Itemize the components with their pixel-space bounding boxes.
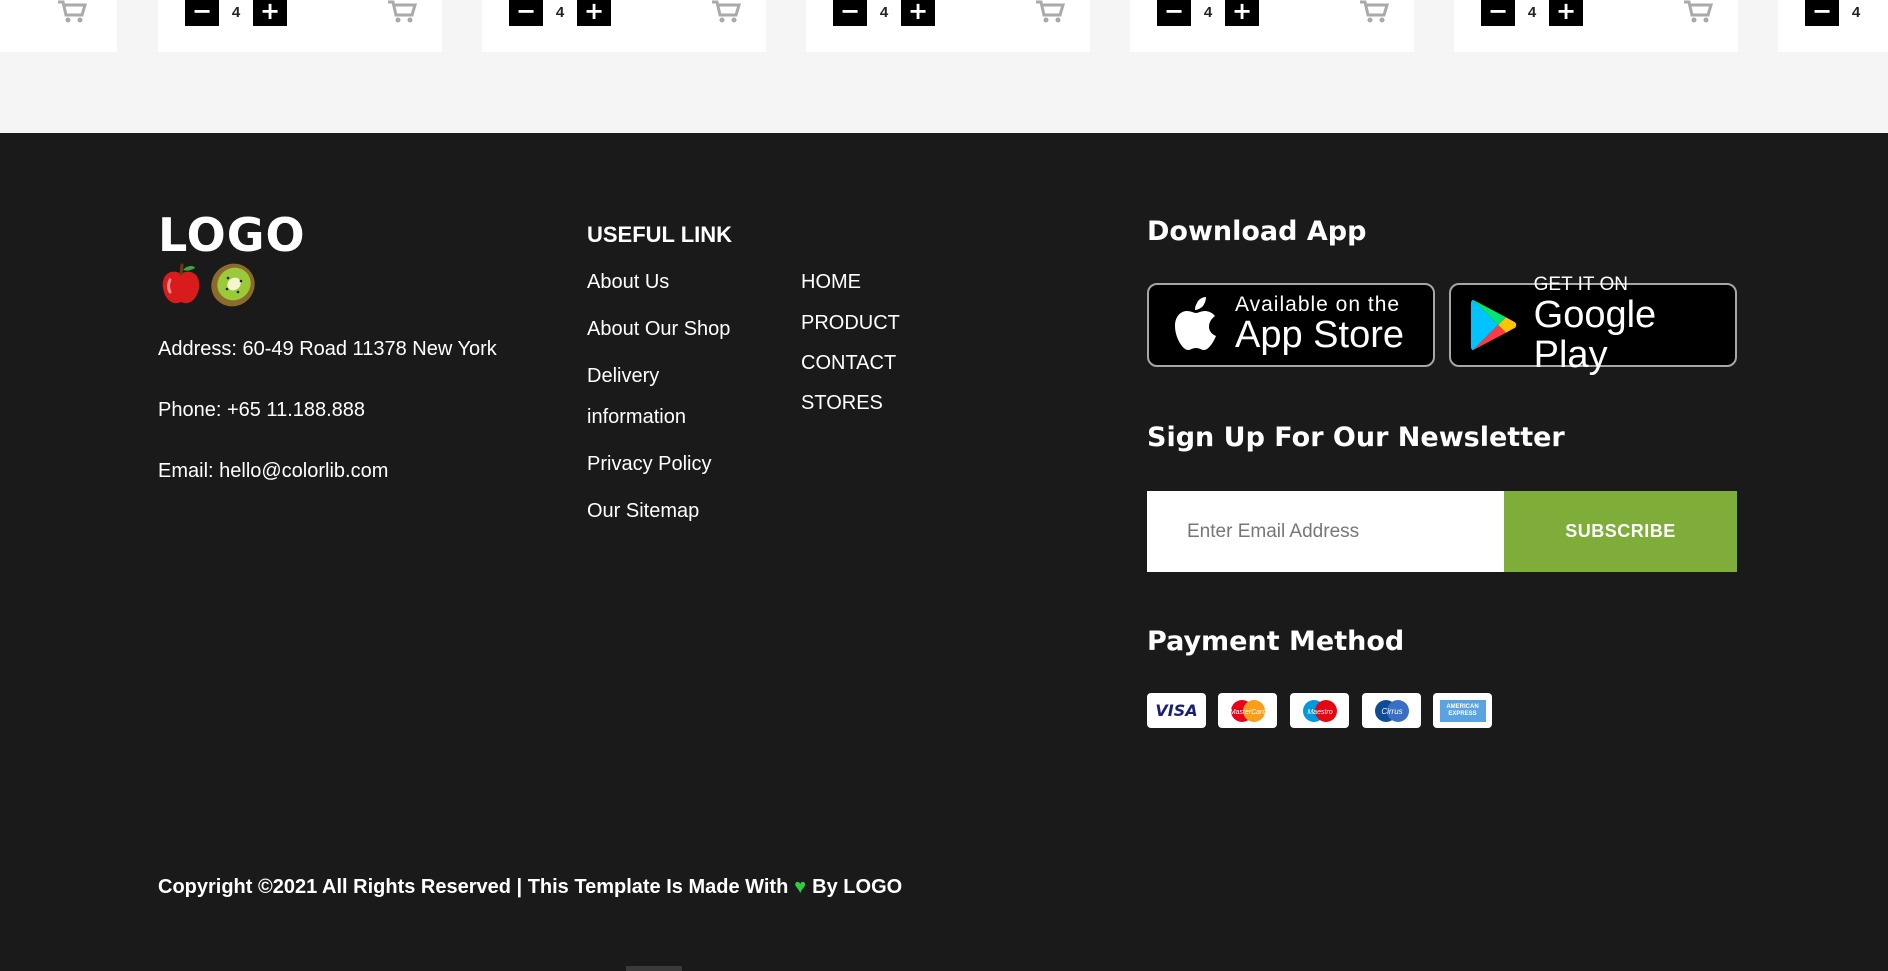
link-stores[interactable]: STORES xyxy=(801,383,883,423)
maestro-logo: Maestro xyxy=(1302,699,1337,722)
maestro-card-icon: Maestro xyxy=(1290,693,1349,728)
link-about-our-shop[interactable]: About Our Shop xyxy=(587,309,730,349)
cart-icon[interactable] xyxy=(1358,0,1390,24)
decrease-button[interactable]: − xyxy=(1157,0,1191,26)
increase-button[interactable]: + xyxy=(253,0,287,26)
app-store-button[interactable]: Available on the App Store xyxy=(1147,283,1435,367)
footer-logo[interactable]: LOGO xyxy=(158,208,306,262)
mastercard-label: MasterCard xyxy=(1229,709,1267,716)
link-delivery-information[interactable]: information xyxy=(587,397,686,437)
link-delivery[interactable]: Delivery xyxy=(587,356,659,396)
useful-links-title: USEFUL LINK xyxy=(587,222,733,247)
visa-label: VISA xyxy=(1155,701,1198,720)
product-strip: − 4 + − 4 + − 4 + − 4 + − 4 + − 4 xyxy=(0,0,1888,133)
increase-button[interactable]: + xyxy=(1549,0,1583,26)
link-our-sitemap[interactable]: Our Sitemap xyxy=(587,491,699,531)
footer-email: Email: hello@colorlib.com xyxy=(158,460,389,482)
product-card: − 4 + xyxy=(1130,0,1414,52)
cart-icon[interactable] xyxy=(710,0,742,24)
maestro-label: Maestro xyxy=(1307,709,1332,716)
decrease-button[interactable]: − xyxy=(185,0,219,26)
payment-method-title: Payment Method xyxy=(1147,626,1405,657)
copyright: Copyright ©2021 All Rights Reserved | Th… xyxy=(158,876,902,899)
subscribe-button[interactable]: SUBSCRIBE xyxy=(1504,491,1737,572)
quantity-stepper: − 4 + xyxy=(509,0,611,26)
product-card xyxy=(0,0,117,52)
product-card: − 4 + xyxy=(1454,0,1738,52)
cart-icon[interactable] xyxy=(1682,0,1714,24)
heart-icon: ♥ xyxy=(794,876,807,898)
kiwi-icon xyxy=(211,263,255,307)
decrease-button[interactable]: − xyxy=(833,0,867,26)
mastercard-logo: MasterCard xyxy=(1229,699,1267,722)
quantity-value: 4 xyxy=(1851,4,1861,21)
cart-icon[interactable] xyxy=(56,0,88,24)
link-product[interactable]: PRODUCT xyxy=(801,303,900,343)
quantity-stepper: − 4 + xyxy=(833,0,935,26)
logo-fruits xyxy=(158,262,258,308)
cirrus-logo: Cirrus xyxy=(1374,699,1409,722)
amex-card-icon: AMERICAN EXPRESS xyxy=(1433,693,1492,728)
app-store-small-text: Available on the xyxy=(1235,293,1401,316)
newsletter-title: Sign Up For Our Newsletter xyxy=(1147,422,1565,453)
visa-card-icon: VISA xyxy=(1147,693,1206,728)
footer-address: Address: 60-49 Road 11378 New York xyxy=(158,338,497,360)
download-app-title: Download App xyxy=(1147,216,1367,247)
google-play-big-text: Google Play xyxy=(1533,294,1657,376)
scroll-to-top-indicator[interactable] xyxy=(626,966,682,971)
copyright-text: Copyright ©2021 All Rights Reserved | Th… xyxy=(158,876,789,898)
google-play-icon xyxy=(1470,299,1517,351)
copyright-brand[interactable]: By LOGO xyxy=(812,876,902,899)
quantity-stepper: − 4 xyxy=(1805,0,1873,26)
product-card: − 4 + xyxy=(482,0,766,52)
newsletter-email-input[interactable] xyxy=(1147,491,1504,572)
google-play-button[interactable]: GET IT ON Google Play xyxy=(1449,275,1737,375)
footer-phone: Phone: +65 11.188.888 xyxy=(158,399,366,421)
quantity-value: 4 xyxy=(879,4,889,21)
decrease-button[interactable]: − xyxy=(1481,0,1515,26)
decrease-button[interactable]: − xyxy=(1805,0,1839,26)
link-privacy-policy[interactable]: Privacy Policy xyxy=(587,444,711,484)
quantity-value: 4 xyxy=(1203,4,1213,21)
mastercard-icon: MasterCard xyxy=(1218,693,1277,728)
apple-logo-icon xyxy=(1175,297,1216,350)
product-card: − 4 xyxy=(1778,0,1888,52)
google-play-small-text: GET IT ON xyxy=(1533,274,1628,295)
increase-button[interactable]: + xyxy=(1225,0,1259,26)
amex-label: AMERICAN EXPRESS xyxy=(1439,699,1486,722)
increase-button[interactable]: + xyxy=(901,0,935,26)
cirrus-card-icon: Cirrus xyxy=(1362,693,1421,728)
quantity-stepper: − 4 + xyxy=(1157,0,1259,26)
quantity-stepper: − 4 + xyxy=(185,0,287,26)
increase-button[interactable]: + xyxy=(577,0,611,26)
cart-icon[interactable] xyxy=(386,0,418,24)
decrease-button[interactable]: − xyxy=(509,0,543,26)
quantity-value: 4 xyxy=(1527,4,1537,21)
app-store-big-text: App Store xyxy=(1235,314,1404,356)
link-home[interactable]: HOME xyxy=(801,262,861,302)
quantity-value: 4 xyxy=(231,4,241,21)
quantity-value: 4 xyxy=(555,4,565,21)
apple-icon xyxy=(162,263,200,304)
link-contact[interactable]: CONTACT xyxy=(801,343,896,383)
cart-icon[interactable] xyxy=(1034,0,1066,24)
link-about-us[interactable]: About Us xyxy=(587,262,669,302)
product-card: − 4 + xyxy=(158,0,442,52)
quantity-stepper: − 4 + xyxy=(1481,0,1583,26)
product-card: − 4 + xyxy=(806,0,1090,52)
cirrus-label: Cirrus xyxy=(1381,707,1402,716)
